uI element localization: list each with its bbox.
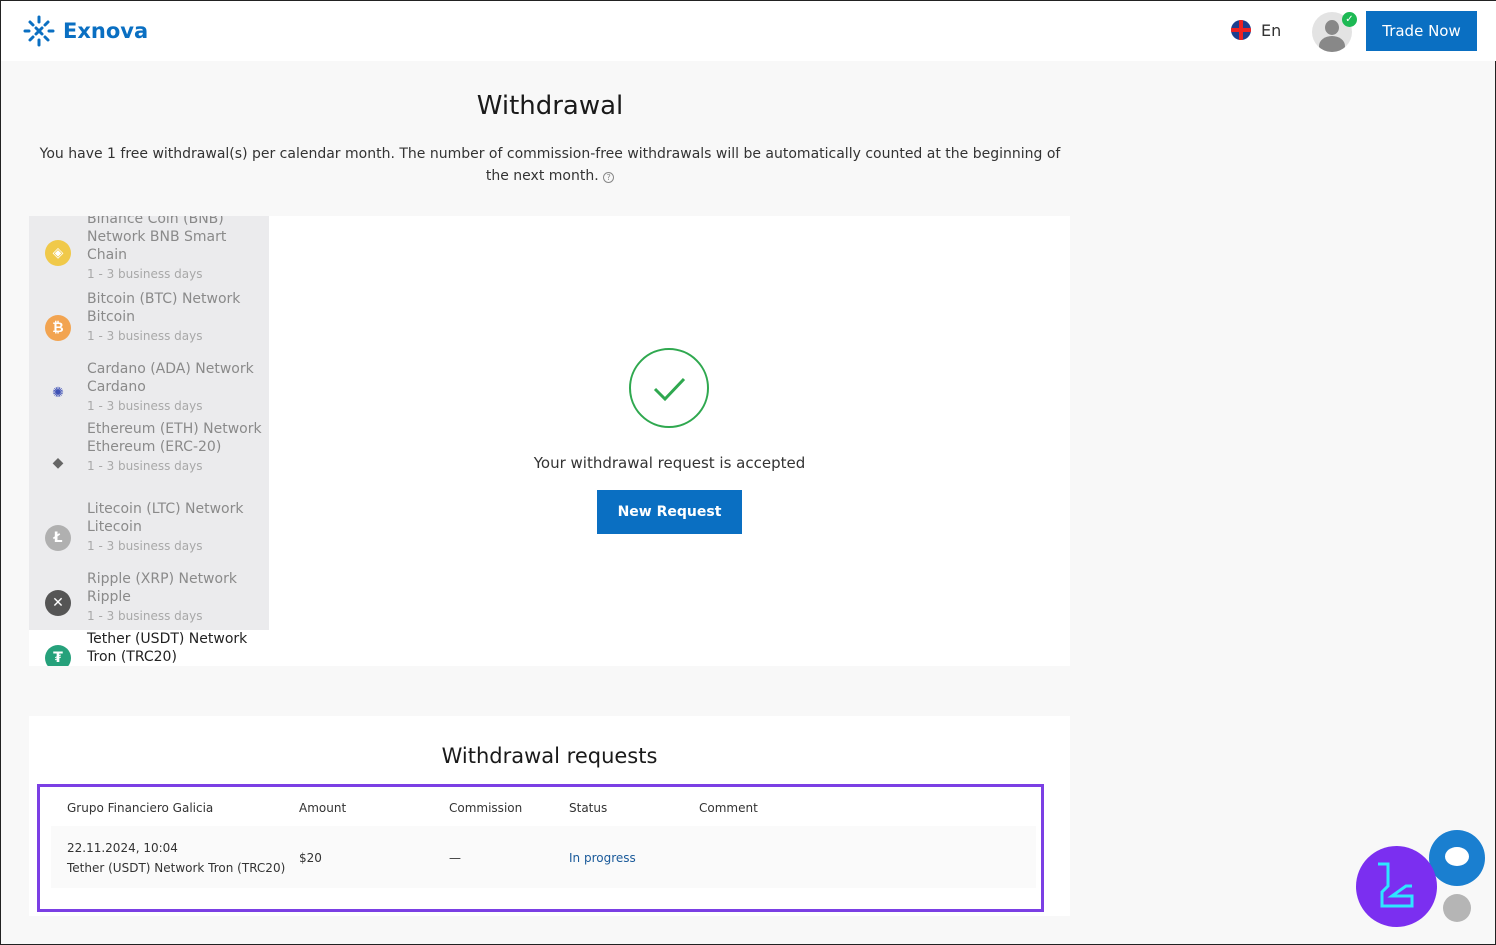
cardano-icon: ✺ (52, 385, 64, 401)
method-name: Ripple (XRP) Network Ripple (87, 571, 237, 605)
method-processing-time: 1 - 3 business days (87, 399, 203, 413)
brand-logo[interactable]: Exnova (23, 15, 148, 47)
help-icon[interactable]: ? (603, 172, 615, 183)
method-name: Litecoin (LTC) Network Litecoin (87, 501, 244, 535)
payment-method-item[interactable]: ◈ Binance Coin (BNB) Network BNB Smart C… (29, 216, 269, 290)
payment-method-item[interactable]: ₮ Tether (USDT) Network Tron (TRC20) 1 -… (29, 630, 269, 666)
tether-icon: ₮ (45, 645, 71, 666)
play-icon[interactable] (1443, 894, 1471, 922)
top-bar: Exnova En ✓ Trade Now (1, 1, 1496, 61)
trade-now-button[interactable]: Trade Now (1366, 11, 1477, 51)
payment-method-item[interactable]: ◆ Ethereum (ETH) Network Ethereum (ERC-2… (29, 420, 269, 500)
success-message: Your withdrawal request is accepted (533, 454, 806, 472)
payment-method-item[interactable]: Ł Litecoin (LTC) Network Litecoin 1 - 3 … (29, 500, 269, 570)
request-commission: — (449, 851, 461, 865)
tradingfinder-logo (1356, 846, 1437, 927)
method-processing-time: 1 - 3 business days (87, 267, 203, 281)
method-name: Ethereum (ETH) Network Ethereum (ERC-20) (87, 421, 262, 455)
payment-method-list[interactable]: ◈ Binance Coin (BNB) Network BNB Smart C… (29, 216, 269, 666)
request-date: 22.11.2024, 10:04 (67, 841, 178, 855)
method-processing-time: 1 - 3 business days (87, 609, 203, 623)
method-name: Bitcoin (BTC) Network Bitcoin (87, 291, 241, 325)
requests-title: Withdrawal requests (441, 744, 658, 768)
brand-name: Exnova (63, 19, 149, 43)
bnb-icon: ◈ (45, 240, 71, 266)
language-label: En (1261, 20, 1282, 40)
column-header-status: Status (569, 801, 608, 815)
table-row (51, 826, 1036, 888)
request-status: In progress (569, 851, 636, 865)
method-processing-time: 1 - 3 business days (87, 539, 203, 553)
payment-method-item[interactable]: ₿ Bitcoin (BTC) Network Bitcoin 1 - 3 bu… (29, 290, 269, 360)
request-amount: $20 (299, 851, 322, 865)
verified-check-icon: ✓ (1342, 12, 1357, 27)
column-header-amount: Amount (299, 801, 347, 815)
success-check-icon (629, 348, 709, 428)
column-header-commission: Commission (449, 801, 523, 815)
withdrawal-panel: ◈ Binance Coin (BNB) Network BNB Smart C… (29, 216, 1070, 666)
new-request-button[interactable]: New Request (597, 490, 742, 534)
page-title: Withdrawal (476, 91, 624, 121)
ripple-icon: ✕ (45, 590, 71, 616)
method-name: Tether (USDT) Network Tron (TRC20) (87, 631, 248, 665)
ethereum-icon: ◆ (52, 455, 64, 471)
column-header-comment: Comment (699, 801, 758, 815)
method-name: Binance Coin (BNB) Network BNB Smart Cha… (87, 216, 227, 263)
withdrawal-requests-section: Withdrawal requests Grupo Financiero Gal… (29, 716, 1070, 916)
language-selector[interactable]: En (1231, 20, 1281, 40)
payment-method-item[interactable]: ✕ Ripple (XRP) Network Ripple 1 - 3 busi… (29, 570, 269, 630)
method-name: Cardano (ADA) Network Cardano (87, 361, 254, 395)
method-processing-time: 1 - 3 business days (87, 459, 203, 473)
free-withdrawal-info: You have 1 free withdrawal(s) per calend… (39, 146, 1061, 184)
method-processing-time: 1 - 3 business days (87, 329, 203, 343)
column-header-method: Grupo Financiero Galicia (67, 801, 214, 815)
chat-button[interactable] (1429, 830, 1485, 886)
payment-method-item[interactable]: ✺ Cardano (ADA) Network Cardano 1 - 3 bu… (29, 360, 269, 420)
litecoin-icon: Ł (45, 525, 71, 551)
request-method: Tether (USDT) Network Tron (TRC20) (67, 861, 286, 875)
exnova-logo-icon (23, 15, 55, 47)
bitcoin-icon: ₿ (45, 315, 71, 341)
uk-flag-icon (1231, 20, 1251, 40)
